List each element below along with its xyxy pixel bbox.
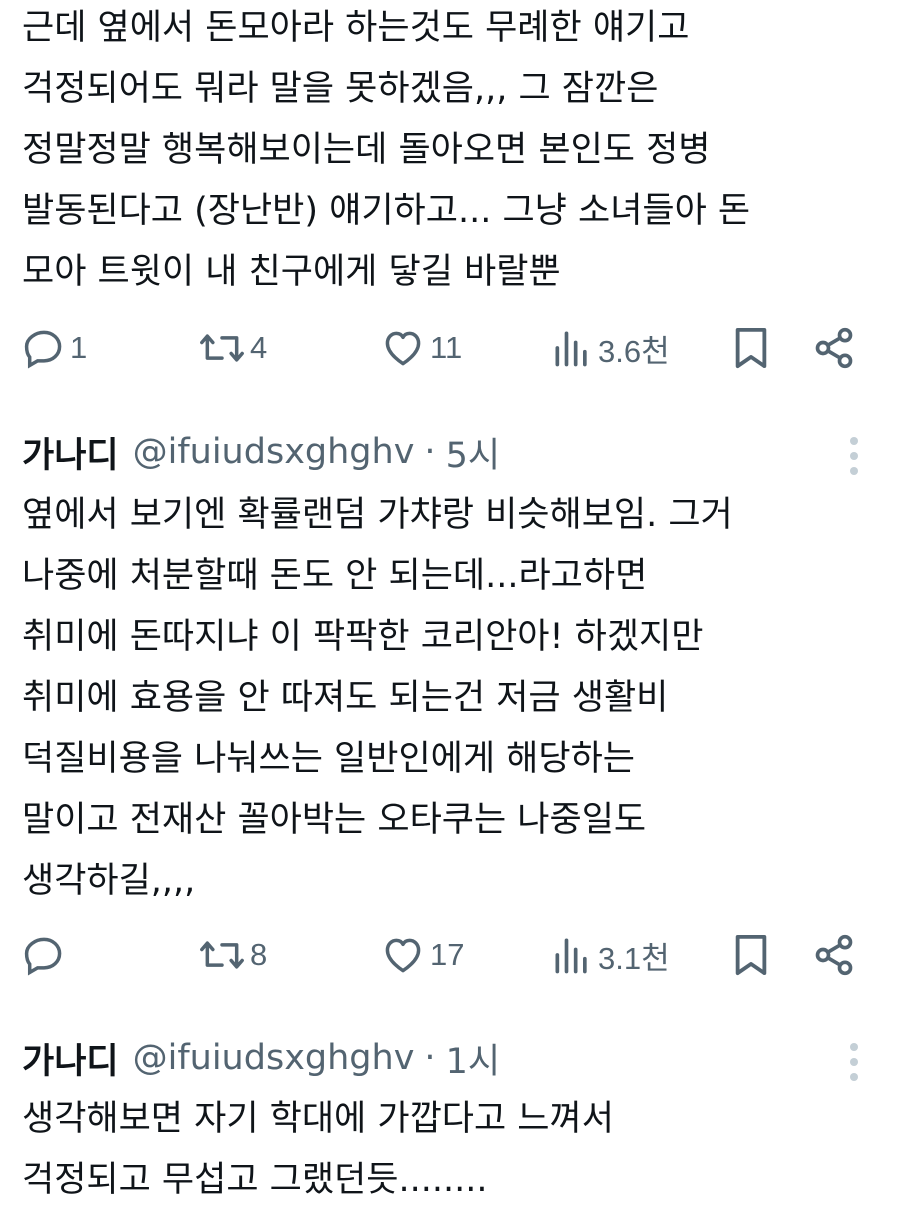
- tweet-text: 옆에서 보기엔 확률랜덤 가챠랑 비슷해보임. 그거 나중에 처분할때 돈도 안…: [22, 495, 733, 901]
- bookmark-button[interactable]: [730, 318, 772, 378]
- views-button[interactable]: 3.1천: [550, 925, 670, 985]
- views-icon: [555, 938, 587, 974]
- heart-icon: [385, 938, 421, 973]
- views-button[interactable]: 3.6천: [550, 318, 670, 378]
- tweet-thread: 근데 옆에서 돈모아라 하는것도 무례한 얘기고 걱정되어도 뭐라 말을 못하겠…: [0, 0, 914, 1212]
- more-options-button[interactable]: [842, 1040, 866, 1084]
- retweet-count: 8: [250, 937, 268, 972]
- reply-button[interactable]: 1: [22, 318, 87, 378]
- views-icon: [555, 331, 587, 367]
- views-count: 3.1천: [598, 940, 670, 976]
- share-icon: [815, 327, 853, 369]
- retweet-count: 4: [250, 330, 268, 365]
- timestamp[interactable]: 5시: [446, 427, 500, 478]
- share-icon: [815, 934, 853, 976]
- share-button[interactable]: [812, 925, 856, 985]
- tweet-text: 생각해보면 자기 학대에 가깝다고 느껴서 걱정되고 무섭고 그랬던듯.....…: [22, 1099, 614, 1200]
- heart-icon: [385, 331, 421, 366]
- user-handle[interactable]: @ifuiudsxghghv: [133, 432, 415, 472]
- reply-count: 1: [70, 330, 88, 365]
- display-name[interactable]: 가나디: [22, 427, 119, 478]
- retweet-button[interactable]: 8: [198, 925, 267, 985]
- display-name[interactable]: 가나디: [22, 1033, 119, 1084]
- like-count: 11: [430, 330, 463, 365]
- like-button[interactable]: 11: [380, 318, 462, 378]
- bookmark-button[interactable]: [730, 925, 772, 985]
- bookmark-icon: [735, 327, 767, 369]
- retweet-button[interactable]: 4: [198, 318, 267, 378]
- timestamp[interactable]: 1시: [446, 1033, 500, 1084]
- reply-icon: [24, 330, 62, 369]
- share-button[interactable]: [812, 318, 856, 378]
- more-icon: [850, 437, 858, 475]
- tweet-actions: 8 17 3.1천: [0, 925, 914, 985]
- bookmark-icon: [735, 934, 767, 976]
- reply-button[interactable]: [22, 925, 70, 985]
- more-icon: [850, 1043, 858, 1081]
- views-count: 3.6천: [598, 333, 670, 369]
- tweet-header: 가나디 @ifuiudsxghghv · 5시: [22, 427, 500, 477]
- user-handle[interactable]: @ifuiudsxghghv: [133, 1038, 415, 1078]
- like-button[interactable]: 17: [380, 925, 464, 985]
- like-count: 17: [430, 937, 465, 972]
- retweet-icon: [200, 334, 244, 362]
- more-options-button[interactable]: [842, 434, 866, 478]
- separator-dot: ·: [424, 1038, 436, 1078]
- retweet-icon: [200, 941, 244, 969]
- reply-icon: [24, 937, 62, 976]
- tweet-header: 가나디 @ifuiudsxghghv · 1시: [22, 1033, 500, 1083]
- tweet-text: 근데 옆에서 돈모아라 하는것도 무례한 얘기고 걱정되어도 뭐라 말을 못하겠…: [22, 8, 751, 292]
- separator-dot: ·: [424, 432, 436, 472]
- tweet-actions: 1 4 11 3.6천: [0, 318, 914, 378]
